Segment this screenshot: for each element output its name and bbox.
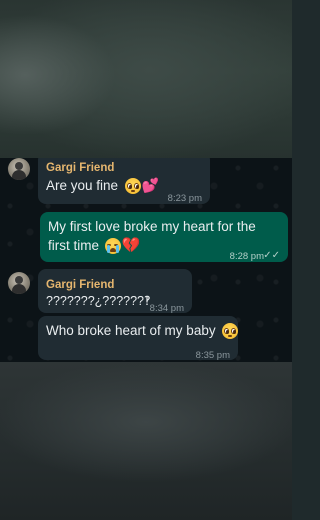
pleading-face-emoji-icon	[124, 177, 142, 195]
message-time: 8:23 pm	[167, 193, 202, 204]
message-text: Are you fine 💕	[46, 177, 159, 195]
pleading-face-emoji-icon	[222, 322, 239, 340]
chat-area[interactable]: Gargi Friend Are you fine 💕 8:23 pm My f…	[0, 158, 292, 362]
message-text: ???????¿??????‽	[46, 294, 151, 308]
double-check-icon: ✓✓	[263, 250, 280, 261]
message-bubble-outgoing[interactable]: My first love broke my heart for the fir…	[40, 212, 288, 262]
message-bubble-incoming[interactable]: Gargi Friend Are you fine 💕 8:23 pm	[38, 158, 210, 204]
message-text-content: Who broke heart of my baby	[46, 323, 216, 338]
message-bubble-incoming[interactable]: Who broke heart of my baby 8:35 pm	[38, 316, 239, 361]
two-hearts-emoji-icon: 💕	[141, 177, 160, 193]
message-bubble-incoming[interactable]: Gargi Friend ???????¿??????‽ 8:34 pm	[38, 269, 192, 314]
message-text-content: Are you fine	[46, 178, 119, 193]
message-text-line-1: My first love broke my heart for the	[48, 219, 256, 234]
message-text-line-2: first time 💔	[48, 237, 140, 255]
sender-name[interactable]: Gargi Friend	[46, 159, 114, 177]
blurred-background-top	[0, 0, 292, 158]
message-time: 8:28 pm	[229, 251, 264, 262]
contact-avatar[interactable]	[8, 158, 30, 180]
loudly-crying-face-emoji-icon	[104, 237, 122, 255]
blurred-background-bottom	[0, 362, 292, 520]
contact-avatar[interactable]	[8, 272, 30, 294]
message-time: 8:35 pm	[195, 350, 230, 361]
message-text: Who broke heart of my baby	[46, 322, 239, 340]
broken-heart-emoji-icon: 💔	[121, 237, 141, 254]
message-text-content: first time	[48, 238, 100, 253]
